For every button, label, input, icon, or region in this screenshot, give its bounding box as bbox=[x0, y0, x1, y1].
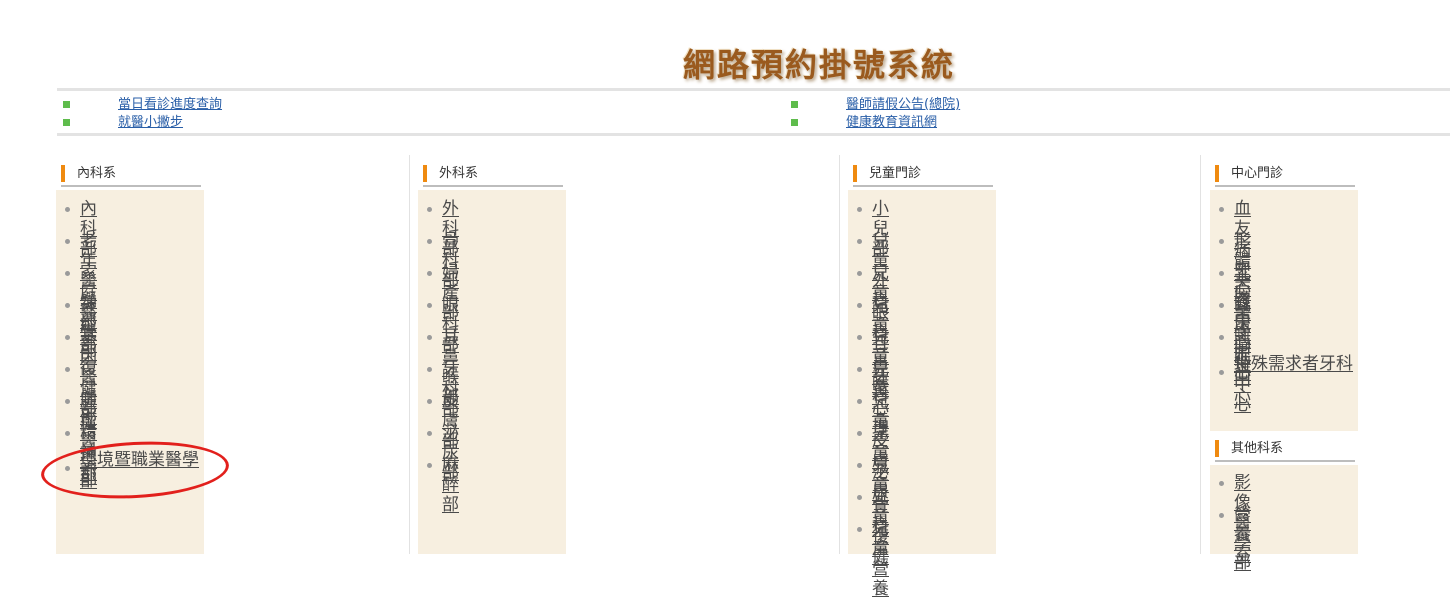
column-divider bbox=[409, 155, 410, 554]
accent-bar bbox=[423, 165, 427, 182]
bullet-dot-icon bbox=[65, 271, 70, 276]
bullet-dot-icon bbox=[857, 271, 862, 276]
section-header-centers: 中心門診 bbox=[1215, 163, 1355, 187]
column-divider bbox=[839, 155, 840, 554]
bullet-dot-icon bbox=[427, 367, 432, 372]
bullet-dot-icon bbox=[857, 527, 862, 532]
bullet-dot-icon bbox=[1219, 303, 1224, 308]
accent-bar bbox=[1215, 165, 1219, 182]
bullet-dot-icon bbox=[1219, 207, 1224, 212]
section-title: 內科系 bbox=[77, 166, 117, 181]
bullet-dot-icon bbox=[857, 463, 862, 468]
link-health-education[interactable]: 健康教育資訊網 bbox=[846, 115, 937, 131]
bullet-square-icon bbox=[791, 119, 798, 126]
bullet-dot-icon bbox=[857, 367, 862, 372]
bullet-dot-icon bbox=[427, 335, 432, 340]
section-title: 其他科系 bbox=[1231, 441, 1284, 456]
dept-link[interactable]: 營養室 bbox=[1234, 505, 1251, 565]
internal-dept-list: 內科部 老年醫學部 家庭醫學部 神經部 基因醫學部 復健部 腫瘤醫學部 精神部 … bbox=[56, 190, 204, 554]
dept-link[interactable]: 兒童營養 bbox=[872, 519, 889, 599]
bullet-dot-icon bbox=[65, 239, 70, 244]
section-header-internal: 內科系 bbox=[61, 163, 201, 187]
page-title: 網路預約掛號系統 bbox=[683, 46, 956, 84]
bullet-dot-icon bbox=[427, 303, 432, 308]
bullet-dot-icon bbox=[427, 399, 432, 404]
dept-link[interactable]: 麻醉部 bbox=[442, 455, 459, 515]
bullet-dot-icon bbox=[427, 431, 432, 436]
bullet-dot-icon bbox=[857, 495, 862, 500]
section-title: 中心門診 bbox=[1231, 166, 1284, 181]
bullet-dot-icon bbox=[427, 463, 432, 468]
centers-dept-list: 血友病中心 形體美容中心 乳房醫學中心 臨床心理中心 睡眠中心 特殊需求者牙科 bbox=[1210, 190, 1358, 431]
accent-bar bbox=[61, 165, 65, 182]
section-title: 外科系 bbox=[439, 166, 479, 181]
bullet-square-icon bbox=[63, 101, 70, 108]
bullet-dot-icon bbox=[1219, 271, 1224, 276]
section-header-others: 其他科系 bbox=[1215, 438, 1355, 462]
bullet-dot-icon bbox=[427, 207, 432, 212]
bullet-dot-icon bbox=[857, 303, 862, 308]
bullet-square-icon bbox=[791, 101, 798, 108]
pediatric-dept-list: 小兒部 兒童外科 兒童眼科 兒童耳鼻喉 兒童牙科 兒童心理 兒童皮膚 兒童泌尿 … bbox=[848, 190, 996, 599]
bullet-dot-icon bbox=[1219, 513, 1224, 518]
bullet-square-icon bbox=[63, 119, 70, 126]
bullet-dot-icon bbox=[1219, 481, 1224, 486]
bullet-dot-icon bbox=[65, 207, 70, 212]
section-header-surgical: 外科系 bbox=[423, 163, 563, 187]
bullet-dot-icon bbox=[857, 335, 862, 340]
bullet-dot-icon bbox=[65, 303, 70, 308]
bullet-dot-icon bbox=[857, 431, 862, 436]
bullet-dot-icon bbox=[65, 431, 70, 436]
accent-bar bbox=[1215, 440, 1219, 457]
surgical-dept-list: 外科部 骨科部 婦產部 眼科部 耳鼻喉部 牙科部 皮膚部 泌尿部 麻醉部 bbox=[418, 190, 566, 554]
dept-link[interactable]: 特殊需求者牙科 bbox=[1234, 356, 1356, 373]
bullet-dot-icon bbox=[65, 335, 70, 340]
bullet-dot-icon bbox=[65, 399, 70, 404]
section-title: 兒童門診 bbox=[869, 166, 922, 181]
bullet-dot-icon bbox=[857, 239, 862, 244]
quick-links-bar: 當日看診進度查詢 醫師請假公告(總院) 就醫小撇步 健康教育資訊網 bbox=[57, 88, 1450, 136]
others-dept-list: 影像醫學部 營養室 bbox=[1210, 465, 1358, 573]
bullet-dot-icon bbox=[65, 367, 70, 372]
link-medical-tips[interactable]: 就醫小撇步 bbox=[118, 115, 183, 131]
column-divider bbox=[1200, 155, 1201, 554]
bullet-dot-icon bbox=[1219, 370, 1224, 375]
link-doctor-leave-notice[interactable]: 醫師請假公告(總院) bbox=[846, 97, 960, 113]
bullet-dot-icon bbox=[857, 207, 862, 212]
bullet-dot-icon bbox=[427, 239, 432, 244]
link-progress-query[interactable]: 當日看診進度查詢 bbox=[118, 97, 222, 113]
bullet-dot-icon bbox=[427, 271, 432, 276]
bullet-dot-icon bbox=[1219, 335, 1224, 340]
bullet-dot-icon bbox=[1219, 239, 1224, 244]
bullet-dot-icon bbox=[857, 399, 862, 404]
accent-bar bbox=[853, 165, 857, 182]
section-header-pediatric: 兒童門診 bbox=[853, 163, 993, 187]
